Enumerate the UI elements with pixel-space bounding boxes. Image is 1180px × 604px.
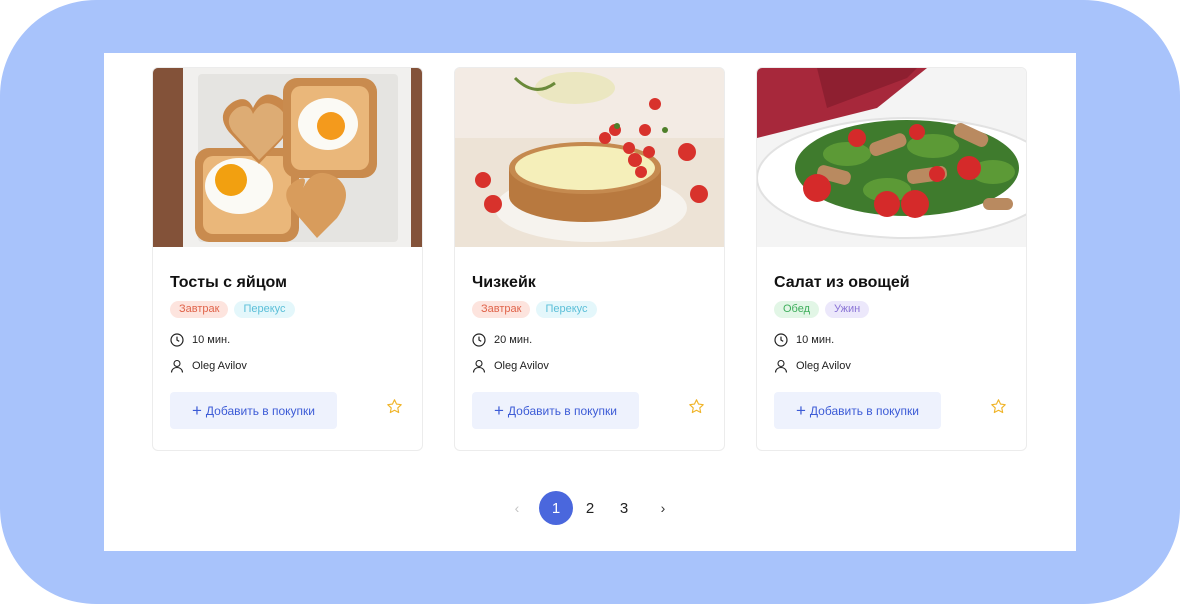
recipe-tags: Завтрак Перекус <box>472 301 597 318</box>
plus-icon: + <box>191 400 202 420</box>
add-to-shopping-button[interactable]: + Добавить в покупки <box>774 392 941 429</box>
cook-time-value: 10 мин. <box>796 334 835 346</box>
recipe-tags: Обед Ужин <box>774 301 870 318</box>
clock-icon <box>170 333 184 347</box>
pagination-prev-button[interactable]: ‹ <box>500 491 534 525</box>
recipes-panel: Тосты с яйцом Завтрак Перекус 10 мин. Ol… <box>104 53 1076 551</box>
clock-icon <box>774 333 788 347</box>
favorite-star-icon[interactable] <box>688 398 705 415</box>
author-name[interactable]: Oleg Avilov <box>796 360 851 372</box>
recipe-title[interactable]: Тосты с яйцом <box>170 274 287 292</box>
tag-lunch[interactable]: Обед <box>774 301 820 318</box>
plus-icon: + <box>493 400 504 420</box>
recipe-photo-salad[interactable] <box>757 68 1026 247</box>
recipe-title[interactable]: Чизкейк <box>472 274 536 292</box>
recipe-card[interactable]: Чизкейк Завтрак Перекус 20 мин. Oleg Avi… <box>454 67 725 451</box>
add-to-shopping-label: Добавить в покупки <box>507 403 618 418</box>
add-to-shopping-button[interactable]: + Добавить в покупки <box>170 392 337 429</box>
add-to-shopping-label: Добавить в покупки <box>205 403 316 418</box>
recipe-author: Oleg Avilov <box>170 359 247 373</box>
tag-breakfast[interactable]: Завтрак <box>472 301 531 318</box>
tag-snack[interactable]: Перекус <box>234 301 295 318</box>
tag-snack[interactable]: Перекус <box>536 301 597 318</box>
recipe-author: Oleg Avilov <box>774 359 851 373</box>
recipe-card[interactable]: Салат из овощей Обед Ужин 10 мин. Oleg A… <box>756 67 1027 451</box>
author-name[interactable]: Oleg Avilov <box>192 360 247 372</box>
add-to-shopping-label: Добавить в покупки <box>809 403 920 418</box>
recipe-photo-toast[interactable] <box>153 68 422 247</box>
recipe-photo-cheesecake[interactable] <box>455 68 724 247</box>
cook-time: 10 мин. <box>170 333 230 347</box>
cook-time-value: 20 мин. <box>494 334 533 346</box>
favorite-star-icon[interactable] <box>990 398 1007 415</box>
recipe-author: Oleg Avilov <box>472 359 549 373</box>
add-to-shopping-button[interactable]: + Добавить в покупки <box>472 392 639 429</box>
pagination: ‹ 1 2 3 › <box>104 491 1076 525</box>
page-button-3[interactable]: 3 <box>607 491 641 525</box>
user-icon <box>774 359 788 373</box>
pagination-next-button[interactable]: › <box>646 491 680 525</box>
clock-icon <box>472 333 486 347</box>
user-icon <box>472 359 486 373</box>
page-button-1[interactable]: 1 <box>539 491 573 525</box>
plus-icon: + <box>795 400 806 420</box>
recipe-tags: Завтрак Перекус <box>170 301 295 318</box>
tag-breakfast[interactable]: Завтрак <box>170 301 229 318</box>
cook-time: 10 мин. <box>774 333 834 347</box>
page-frame: Тосты с яйцом Завтрак Перекус 10 мин. Ol… <box>0 0 1180 604</box>
cook-time: 20 мин. <box>472 333 532 347</box>
recipe-card[interactable]: Тосты с яйцом Завтрак Перекус 10 мин. Ol… <box>152 67 423 451</box>
favorite-star-icon[interactable] <box>386 398 403 415</box>
cook-time-value: 10 мин. <box>192 334 231 346</box>
user-icon <box>170 359 184 373</box>
recipe-title[interactable]: Салат из овощей <box>774 274 910 292</box>
tag-dinner[interactable]: Ужин <box>825 301 870 318</box>
page-button-2[interactable]: 2 <box>573 491 607 525</box>
author-name[interactable]: Oleg Avilov <box>494 360 549 372</box>
